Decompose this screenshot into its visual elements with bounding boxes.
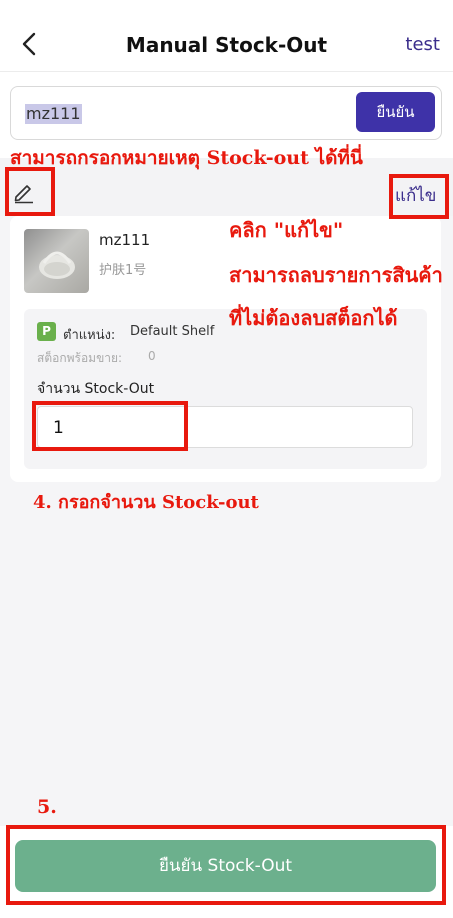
- product-name: mz111: [99, 231, 151, 249]
- search-input-value: mz111: [25, 104, 82, 124]
- page-title: Manual Stock-Out: [125, 33, 328, 57]
- location-value: Default Shelf: [130, 324, 215, 339]
- location-label: ตำแหน่ง:: [63, 328, 116, 343]
- header-right-link[interactable]: test: [405, 34, 440, 55]
- bag-image-icon: [39, 251, 75, 279]
- available-stock-label: สต็อกพร้อมขาย:: [37, 351, 123, 365]
- annotation-note-hint: สามารถกรอกหมายเหตุ Stock-out ได้ที่นี่: [10, 147, 363, 169]
- annotation-remove-line2: ที่ไม่ต้องลบสต็อกได้: [229, 306, 398, 330]
- search-confirm-button[interactable]: ยืนยัน: [356, 92, 435, 132]
- product-thumbnail: [24, 229, 89, 293]
- annotation-box-quantity: [32, 401, 188, 451]
- annotation-box-edit-icon: [5, 167, 55, 216]
- available-stock-value: 0: [148, 349, 156, 363]
- annotation-box-edit-link: [389, 174, 449, 219]
- annotation-step4: 4. กรอกจำนวน Stock-out: [33, 492, 259, 513]
- quantity-label: จำนวน Stock-Out: [37, 381, 155, 397]
- annotation-box-confirm: [6, 825, 446, 905]
- annotation-remove-line1: สามารถลบรายการสินค้า: [229, 263, 443, 287]
- product-subtitle: 护肤1号: [99, 263, 147, 278]
- location-badge: P: [37, 322, 56, 341]
- annotation-click-edit: คลิก "แก้ไข": [229, 218, 344, 242]
- annotation-step5: 5.: [37, 796, 57, 818]
